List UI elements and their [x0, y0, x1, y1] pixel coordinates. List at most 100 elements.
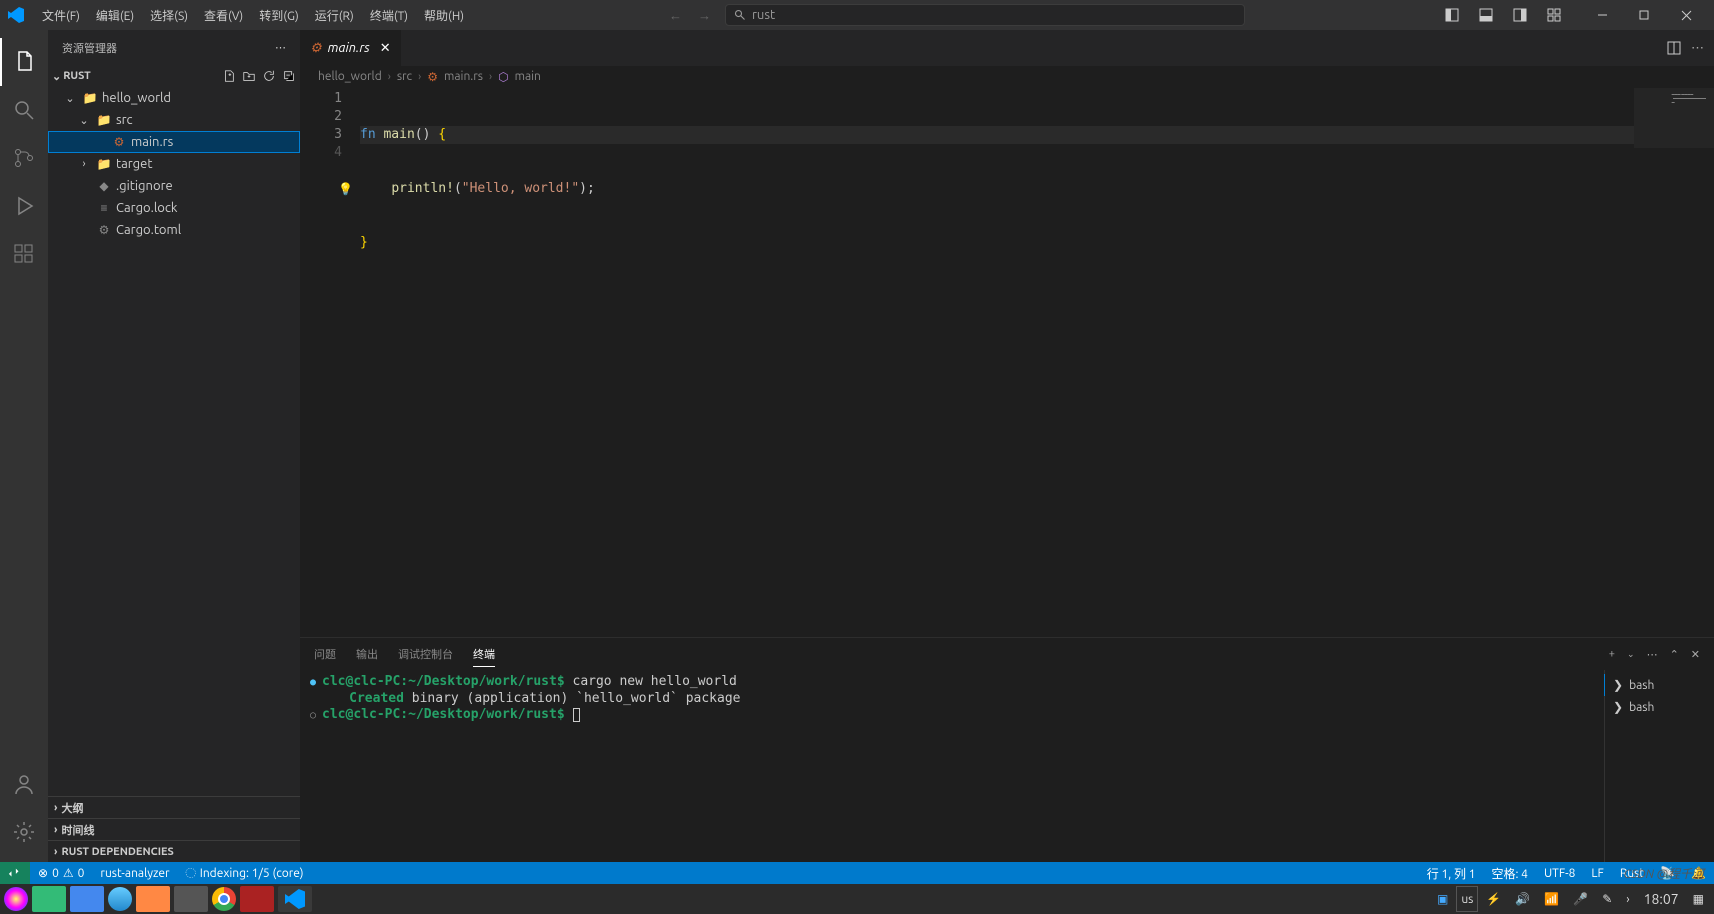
- status-problems[interactable]: ⊗0 ⚠0: [30, 862, 92, 884]
- new-folder-icon[interactable]: [242, 69, 256, 83]
- tray-app-icon[interactable]: ▣: [1431, 886, 1454, 912]
- toggle-panel-icon[interactable]: [1436, 0, 1468, 30]
- folder-target[interactable]: ›📁 target: [48, 153, 300, 175]
- menu-file[interactable]: 文件(F): [34, 3, 88, 28]
- breadcrumbs[interactable]: hello_world› src› ⚙main.rs› ⬡main: [300, 66, 1714, 88]
- status-indent[interactable]: 空格: 4: [1483, 862, 1535, 884]
- clock[interactable]: 18:07: [1638, 886, 1685, 912]
- refresh-icon[interactable]: [262, 69, 276, 83]
- folder-hello-world[interactable]: ⌄📁 hello_world: [48, 87, 300, 109]
- app-icon[interactable]: [136, 886, 170, 912]
- chrome-icon[interactable]: [212, 887, 236, 911]
- folder-src[interactable]: ⌄📁 src: [48, 109, 300, 131]
- app-icon[interactable]: [174, 886, 208, 912]
- volume-icon[interactable]: 🔊: [1509, 886, 1536, 912]
- menu-edit[interactable]: 编辑(E): [88, 3, 142, 28]
- nav-forward-icon[interactable]: →: [692, 6, 717, 25]
- file-main-rs[interactable]: ⚙ main.rs: [48, 131, 300, 153]
- start-menu-icon[interactable]: [4, 887, 28, 911]
- files-icon[interactable]: [32, 886, 66, 912]
- panel-tab-problems[interactable]: 问题: [314, 642, 336, 666]
- app-icon[interactable]: [70, 886, 104, 912]
- lightbulb-icon[interactable]: 💡: [338, 180, 353, 198]
- terminal-session[interactable]: ❯bash: [1604, 674, 1706, 696]
- panel-more-icon[interactable]: ⋯: [1647, 648, 1658, 661]
- activity-source-control-icon[interactable]: [0, 134, 48, 182]
- mic-icon[interactable]: 🎤: [1567, 886, 1594, 912]
- rust-icon: ⚙: [111, 135, 127, 149]
- new-terminal-icon[interactable]: +: [1609, 648, 1615, 660]
- status-indexing[interactable]: ◌Indexing: 1/5 (core): [178, 862, 312, 884]
- tab-close-icon[interactable]: ✕: [380, 41, 391, 56]
- minimap[interactable]: ▬▬▬ ▬▬▬▬ ▬▬▬▬▬▬▬▬▬▬▬ ▬: [1634, 88, 1714, 637]
- file-icon: ≡: [96, 201, 112, 215]
- status-line-col[interactable]: 行 1, 列 1: [1419, 862, 1484, 884]
- activity-search-icon[interactable]: [0, 86, 48, 134]
- section-timeline[interactable]: ›时间线: [48, 818, 300, 840]
- nav-back-icon[interactable]: ←: [663, 6, 688, 25]
- power-icon[interactable]: ⚡: [1480, 886, 1507, 912]
- split-editor-icon[interactable]: [1667, 41, 1681, 55]
- sidebar-title: 资源管理器: [62, 40, 117, 56]
- code-content[interactable]: fn main() { 💡 println!("Hello, world!");…: [360, 88, 1634, 637]
- keyboard-layout[interactable]: us: [1456, 886, 1478, 912]
- activity-settings-icon[interactable]: [0, 808, 48, 856]
- network-icon[interactable]: 📶: [1538, 886, 1565, 912]
- close-icon[interactable]: [1666, 0, 1706, 30]
- toggle-secondary-icon[interactable]: [1504, 0, 1536, 30]
- sidebar-more-icon[interactable]: ⋯: [275, 41, 286, 54]
- menu-help[interactable]: 帮助(H): [416, 3, 472, 28]
- project-root-label[interactable]: RUST: [63, 70, 91, 82]
- menu-run[interactable]: 运行(R): [307, 3, 362, 28]
- activity-debug-icon[interactable]: [0, 182, 48, 230]
- activity-account-icon[interactable]: [0, 760, 48, 808]
- menu-go[interactable]: 转到(G): [251, 3, 307, 28]
- panel-tab-terminal[interactable]: 终端: [473, 642, 495, 667]
- rust-icon: ⚙: [310, 41, 322, 56]
- os-taskbar: ▣ us ⚡ 🔊 📶 🎤 ✎ › 18:07 ▦: [0, 884, 1714, 914]
- menu-selection[interactable]: 选择(S): [142, 3, 196, 28]
- symbol-icon: ⬡: [498, 70, 508, 84]
- error-icon: ⊗: [38, 866, 48, 880]
- file-cargo-toml[interactable]: ⚙ Cargo.toml: [48, 219, 300, 241]
- activity-extensions-icon[interactable]: [0, 230, 48, 278]
- editor-more-icon[interactable]: ⋯: [1691, 41, 1704, 56]
- editor-body[interactable]: 1 2 3 4 fn main() { 💡 println!("Hello, w…: [300, 88, 1714, 637]
- maximize-icon[interactable]: [1624, 0, 1664, 30]
- calendar-icon[interactable]: ▦: [1687, 886, 1710, 912]
- activity-bar: [0, 30, 48, 862]
- chevron-down-icon[interactable]: ⌄: [52, 70, 61, 83]
- terminal-session[interactable]: ❯bash: [1613, 696, 1706, 718]
- file-cargo-lock[interactable]: ≡ Cargo.lock: [48, 197, 300, 219]
- collapse-all-icon[interactable]: [282, 69, 296, 83]
- menu-bar: 文件(F) 编辑(E) 选择(S) 查看(V) 转到(G) 运行(R) 终端(T…: [34, 3, 472, 28]
- status-eol[interactable]: LF: [1583, 862, 1611, 884]
- menu-terminal[interactable]: 终端(T): [362, 3, 416, 28]
- app-icon[interactable]: [108, 887, 132, 911]
- terminal-icon[interactable]: [240, 886, 274, 912]
- command-search[interactable]: rust: [725, 4, 1245, 26]
- remote-indicator-icon[interactable]: [0, 862, 30, 884]
- file-gitignore[interactable]: ◆ .gitignore: [48, 175, 300, 197]
- new-file-icon[interactable]: [222, 69, 236, 83]
- menu-view[interactable]: 查看(V): [196, 3, 251, 28]
- edit-icon[interactable]: ✎: [1596, 886, 1618, 912]
- toggle-bottom-icon[interactable]: [1470, 0, 1502, 30]
- maximize-panel-icon[interactable]: ⌃: [1670, 648, 1679, 661]
- close-panel-icon[interactable]: ✕: [1691, 648, 1700, 661]
- activity-explorer-icon[interactable]: [0, 38, 48, 86]
- section-rust-deps[interactable]: ›RUST DEPENDENCIES: [48, 840, 300, 862]
- tab-main-rs[interactable]: ⚙ main.rs ✕: [300, 30, 402, 66]
- status-rust-analyzer[interactable]: rust-analyzer: [92, 862, 177, 884]
- customize-layout-icon[interactable]: [1538, 0, 1570, 30]
- status-encoding[interactable]: UTF-8: [1536, 862, 1583, 884]
- chevron-right-icon[interactable]: ›: [1620, 886, 1635, 912]
- panel-tab-output[interactable]: 输出: [356, 642, 378, 666]
- vscode-taskbar-icon[interactable]: [278, 886, 312, 912]
- minimize-icon[interactable]: [1582, 0, 1622, 30]
- terminal[interactable]: ●clc@clc-PC:~/Desktop/work/rust$ cargo n…: [300, 670, 1604, 862]
- vscode-logo-icon: [8, 7, 24, 23]
- panel-tab-debug-console[interactable]: 调试控制台: [398, 642, 453, 666]
- section-outline[interactable]: ›大纲: [48, 796, 300, 818]
- terminal-dropdown-icon[interactable]: ⌄: [1627, 649, 1635, 660]
